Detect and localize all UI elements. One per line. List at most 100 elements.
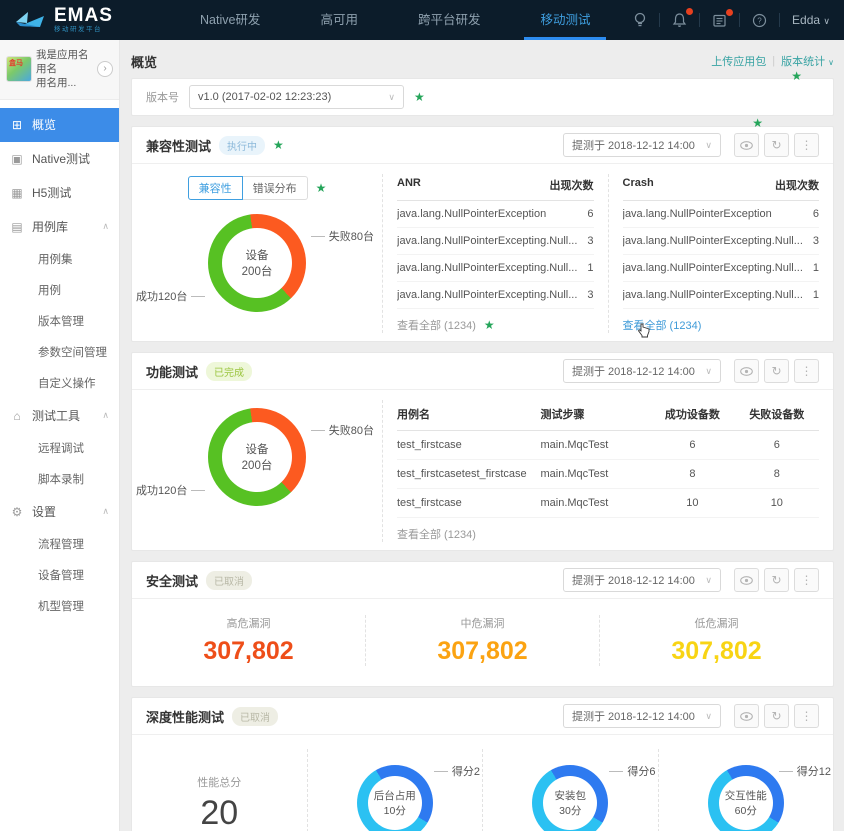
app-selector-card[interactable]: 盒马 我是应用名用名 用名用... › bbox=[0, 40, 119, 100]
refresh-button[interactable]: ↻ bbox=[764, 568, 789, 592]
sidebar-item-remote-debug[interactable]: 远程调试 bbox=[0, 433, 119, 464]
sidebar-item-param-space-mgmt[interactable]: 参数空间管理 bbox=[0, 337, 119, 368]
more-button[interactable]: ⋮ bbox=[794, 133, 819, 157]
docs-icon[interactable] bbox=[700, 8, 739, 28]
table-row[interactable]: java.lang.NullPointerException 6 bbox=[397, 201, 594, 228]
section-title: 深度性能测试 bbox=[146, 709, 225, 725]
table-row[interactable]: java.lang.NullPointerExcepting.Null... 3 bbox=[622, 228, 819, 255]
gauge-ring: 交互性能 60分 bbox=[707, 765, 784, 831]
report-time-select[interactable]: 提测于 2018-12-12 14:00 ∨ bbox=[563, 359, 721, 383]
table-row[interactable]: test_firstcase main.MqcTest 66 bbox=[397, 431, 819, 460]
view-eye-button[interactable] bbox=[734, 359, 759, 383]
bulb-icon[interactable] bbox=[621, 12, 659, 28]
donut-ring: 设备 200台 bbox=[208, 214, 306, 312]
view-eye-button[interactable] bbox=[734, 704, 759, 728]
sidebar-item-label: H5测试 bbox=[32, 186, 72, 201]
nav-native[interactable]: Native研发 bbox=[170, 0, 290, 40]
version-stats-label: 版本统计 bbox=[781, 56, 826, 68]
chevron-down-icon: ∨ bbox=[705, 574, 712, 585]
sidebar-item-script-record[interactable]: 脚本录制 bbox=[0, 464, 119, 495]
version-stats-link[interactable]: 版本统计 ∨ bbox=[781, 53, 834, 69]
table-row[interactable]: java.lang.NullPointerExcepting.Null... 1 bbox=[622, 282, 819, 309]
refresh-button[interactable]: ↻ bbox=[764, 133, 789, 157]
nav-high-availability[interactable]: 高可用 bbox=[290, 0, 388, 40]
tab-compatibility[interactable]: 兼容性 bbox=[187, 176, 243, 200]
view-all-link[interactable]: 查看全部 (1234) ★ bbox=[397, 309, 594, 333]
sidebar-subitem-label: 机型管理 bbox=[38, 601, 84, 614]
sidebar-item-process-mgmt[interactable]: 流程管理 bbox=[0, 529, 119, 560]
connector-line bbox=[191, 295, 206, 297]
sidebar-item-custom-ops[interactable]: 自定义操作 bbox=[0, 368, 119, 399]
report-time-select[interactable]: 提测于 2018-12-12 14:00 ∨ bbox=[563, 568, 721, 592]
emas-logo[interactable]: EMAS 移动研发平台 bbox=[0, 6, 170, 34]
col-test-step: 测试步骤 bbox=[540, 409, 585, 421]
main-content: 概览 上传应用包 | 版本统计 ∨ ★ 版本号 v1.0 (2017-02-02… bbox=[121, 40, 844, 831]
table-row[interactable]: java.lang.NullPointerExcepting.Null... 3 bbox=[397, 282, 594, 309]
more-button[interactable]: ⋮ bbox=[794, 359, 819, 383]
table-row[interactable]: java.lang.NullPointerExcepting.Null... 1 bbox=[622, 255, 819, 282]
link-separator: | bbox=[772, 55, 776, 67]
sidebar-item-model-mgmt[interactable]: 机型管理 bbox=[0, 591, 119, 622]
view-eye-button[interactable] bbox=[734, 133, 759, 157]
crash-table: Crash 出现次数 java.lang.NullPointerException… bbox=[622, 174, 820, 338]
refresh-button[interactable]: ↻ bbox=[764, 704, 789, 728]
sidebar-item-native-test[interactable]: ▣ Native测试 bbox=[0, 142, 119, 176]
star-marker: ★ bbox=[414, 90, 425, 104]
more-button[interactable]: ⋮ bbox=[794, 568, 819, 592]
sidebar-item-version-mgmt[interactable]: 版本管理 bbox=[0, 306, 119, 337]
report-time-select[interactable]: 提测于 2018-12-12 14:00 ∨ bbox=[563, 704, 721, 728]
mouse-hand-cursor-icon bbox=[637, 323, 649, 338]
sidebar-group-test-tools[interactable]: ⌂ 测试工具 ∧ bbox=[0, 399, 119, 433]
status-badge: 已完成 bbox=[206, 361, 253, 381]
table-row[interactable]: test_firstcasetest_firstcase main.MqcTest… bbox=[397, 460, 819, 489]
top-nav: Native研发 高可用 跨平台研发 移动测试 bbox=[170, 0, 620, 40]
sidebar-group-case-library[interactable]: ▤ 用例库 ∧ bbox=[0, 210, 119, 244]
tools-icon: ⌂ bbox=[13, 408, 21, 423]
gauge-center-value: 10分 bbox=[383, 805, 406, 817]
sidebar-item-h5-test[interactable]: ▦ H5测试 bbox=[0, 176, 119, 210]
sidebar-group-settings[interactable]: ⚙ 设置 ∧ bbox=[0, 495, 119, 529]
high-risk-stat: 高危漏洞 307,802 bbox=[132, 615, 365, 666]
gauge-background-usage: 后台占用 10分 得分2 bbox=[306, 749, 483, 831]
nav-mobile-test[interactable]: 移动测试 bbox=[510, 0, 620, 40]
view-eye-button[interactable] bbox=[734, 568, 759, 592]
connector-line bbox=[310, 429, 325, 431]
user-menu[interactable]: Edda ∨ bbox=[780, 13, 830, 27]
report-time-value: 提测于 2018-12-12 14:00 bbox=[572, 366, 695, 378]
mid-risk-stat: 中危漏洞 307,802 bbox=[365, 615, 599, 666]
sidebar-item-overview[interactable]: ⊞ 概览 bbox=[0, 107, 119, 142]
stat-label: 高危漏洞 bbox=[226, 618, 271, 630]
count-header: 出现次数 bbox=[775, 180, 819, 192]
stat-label: 中危漏洞 bbox=[460, 618, 505, 630]
anr-table: ANR 出现次数 java.lang.NullPointerException 6 … bbox=[397, 174, 594, 333]
view-all-link[interactable]: 查看全部 (1234) bbox=[397, 518, 819, 542]
gear-icon: ⚙ bbox=[11, 504, 23, 519]
page-title: 概览 bbox=[131, 54, 158, 70]
table-row[interactable]: java.lang.NullPointerExcepting.Null... 3 bbox=[397, 228, 594, 255]
sidebar-item-device-mgmt[interactable]: 设备管理 bbox=[0, 560, 119, 591]
connector-line bbox=[433, 770, 448, 772]
nav-cross-platform[interactable]: 跨平台研发 bbox=[388, 0, 511, 40]
sidebar-item-label: Native测试 bbox=[32, 152, 91, 167]
notifications-bell-icon[interactable] bbox=[660, 8, 699, 28]
sidebar-item-case[interactable]: 用例 bbox=[0, 275, 119, 306]
view-all-link[interactable]: 查看全部 (1234) bbox=[623, 309, 820, 338]
refresh-button[interactable]: ↻ bbox=[764, 359, 789, 383]
version-select-value: v1.0 (2017-02-02 12:23:23) bbox=[198, 91, 332, 103]
sidebar-item-case-set[interactable]: 用例集 bbox=[0, 244, 119, 275]
chevron-down-icon: ∨ bbox=[828, 58, 834, 67]
table-row[interactable]: java.lang.NullPointerException 6 bbox=[622, 201, 819, 228]
upload-app-link[interactable]: 上传应用包 bbox=[711, 53, 766, 69]
help-icon[interactable]: ? bbox=[740, 13, 779, 28]
logo-subtitle: 移动研发平台 bbox=[54, 26, 102, 34]
tab-error-distribution[interactable]: 错误分布 bbox=[242, 176, 308, 200]
app-name-line1: 我是应用名用名 bbox=[36, 49, 89, 76]
table-row[interactable]: test_firstcase main.MqcTest 10 10 bbox=[397, 489, 819, 518]
report-time-select[interactable]: 提测于 2018-12-12 14:00 ∨ bbox=[563, 133, 721, 157]
app-switch-chevron-icon[interactable]: › bbox=[97, 61, 113, 78]
case-table: 用例名 测试步骤 成功设备数 失败设备数 test_firstcase main.… bbox=[397, 400, 819, 542]
more-button[interactable]: ⋮ bbox=[794, 704, 819, 728]
table-row[interactable]: java.lang.NullPointerExcepting.Null... 1 bbox=[397, 255, 594, 282]
version-select[interactable]: v1.0 (2017-02-02 12:23:23) ∨ bbox=[189, 85, 404, 109]
total-score-value: 20 bbox=[200, 793, 239, 831]
